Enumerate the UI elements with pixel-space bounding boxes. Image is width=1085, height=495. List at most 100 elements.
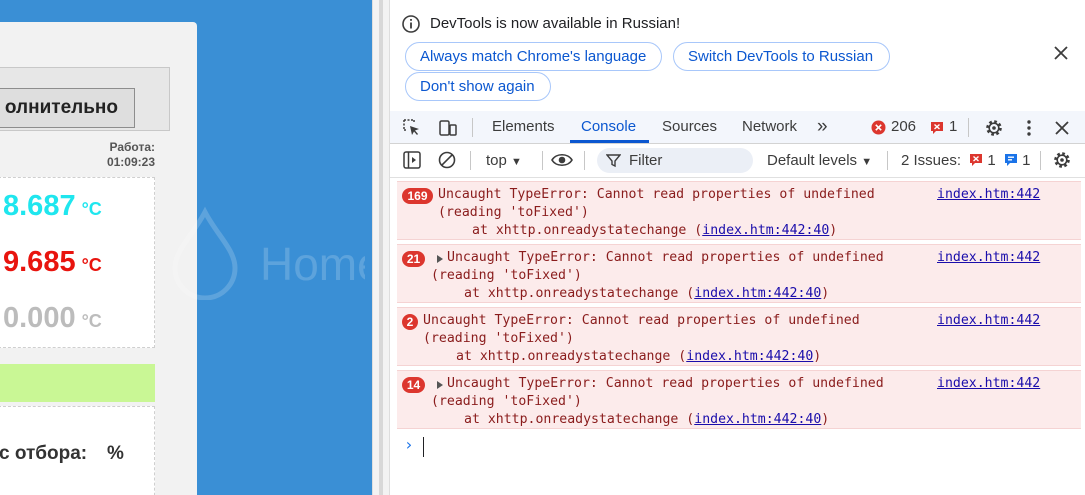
repeat-count-badge: 169: [402, 188, 433, 204]
temperature-box: 8.687 °C 9.685 °C 0.000 °C: [0, 177, 155, 348]
extra-button-frame: олнительно: [0, 67, 170, 131]
levels-label: Default levels: [767, 152, 858, 169]
console-error-message[interactable]: 21 Uncaught TypeError: Cannot read prope…: [397, 244, 1081, 303]
context-selector[interactable]: top ▼: [486, 144, 522, 177]
toolbar-separator: [584, 151, 585, 170]
stack-trace-suffix: ): [821, 286, 830, 301]
tab-network[interactable]: Network: [742, 111, 797, 143]
error-text-continuation: (reading 'toFixed'): [431, 394, 582, 409]
repeat-count-badge: 21: [402, 251, 425, 267]
issue-flag-icon[interactable]: [930, 121, 944, 135]
temperature-2-unit: °C: [81, 255, 102, 275]
source-link[interactable]: index.htm:442: [937, 375, 1040, 393]
stack-trace-link[interactable]: index.htm:442:40: [702, 223, 829, 238]
console-error-message[interactable]: 14 Uncaught TypeError: Cannot read prope…: [397, 370, 1081, 429]
match-language-button[interactable]: Always match Chrome's language: [405, 42, 662, 71]
console-output: 169 Uncaught TypeError: Cannot read prop…: [390, 178, 1085, 495]
expand-triangle-icon[interactable]: [437, 255, 443, 263]
device-toolbar-icon[interactable]: [438, 118, 458, 138]
extra-button[interactable]: олнительно: [0, 88, 135, 128]
console-input-caret[interactable]: [423, 437, 424, 457]
filter-input[interactable]: Filter: [597, 148, 753, 173]
error-text: Uncaught TypeError: Cannot read properti…: [423, 313, 860, 328]
toolbar-separator: [887, 151, 888, 170]
expand-triangle-icon[interactable]: [437, 381, 443, 389]
source-link[interactable]: index.htm:442: [937, 249, 1040, 267]
error-icon[interactable]: [871, 120, 886, 135]
console-settings-gear-icon[interactable]: [1052, 150, 1072, 170]
source-link[interactable]: index.htm:442: [937, 312, 1040, 330]
toolbar-separator: [542, 151, 543, 170]
selection-box: с отбора: %: [0, 406, 155, 495]
error-text-continuation: (reading 'toFixed'): [438, 205, 589, 220]
temperature-2: 9.685 °C: [3, 246, 102, 279]
issues-counter[interactable]: 2 Issues: 1 1: [901, 144, 1030, 177]
devtools-panel: DevTools is now available in Russian! Al…: [390, 0, 1085, 495]
sidebar-toggle-icon[interactable]: [402, 150, 422, 170]
stack-trace-prefix: at xhttp.onreadystatechange (: [456, 349, 687, 364]
filter-icon: [606, 154, 621, 168]
devtools-splitter[interactable]: [372, 0, 390, 495]
console-error-message[interactable]: 2 Uncaught TypeError: Cannot read proper…: [397, 307, 1081, 366]
inspect-element-icon[interactable]: [402, 118, 422, 138]
stack-trace-link[interactable]: index.htm:442:40: [686, 349, 813, 364]
issue-error-icon: [970, 154, 983, 166]
temperature-1: 8.687 °C: [3, 190, 102, 223]
temperature-3-unit: °C: [81, 311, 102, 331]
more-tabs-button[interactable]: »: [817, 111, 828, 143]
stack-trace-link[interactable]: index.htm:442:40: [694, 412, 821, 427]
devtools-tab-bar: Elements Console Sources Network » 206 1: [390, 111, 1085, 144]
repeat-count-badge: 14: [402, 377, 425, 393]
chevron-down-icon: ▼: [511, 156, 522, 168]
tab-elements[interactable]: Elements: [492, 111, 555, 143]
selection-unit: %: [107, 443, 124, 464]
settings-gear-icon[interactable]: [984, 118, 1004, 138]
tab-separator: [968, 118, 969, 137]
work-label: Работа:: [109, 140, 155, 154]
web-page-viewport: олнительно Работа: 01:09:23 8.687 °C 9.68…: [0, 0, 372, 495]
language-banner: DevTools is now available in Russian! Al…: [390, 0, 1085, 111]
source-link[interactable]: index.htm:442: [937, 186, 1040, 204]
error-count[interactable]: 206: [891, 111, 916, 143]
splitter-handle[interactable]: [379, 0, 383, 495]
close-devtools-icon[interactable]: [1052, 118, 1072, 138]
close-icon[interactable]: [1052, 44, 1070, 62]
issue-info-icon: [1004, 154, 1017, 166]
issues-label: 2 Issues:: [901, 152, 962, 169]
switch-to-russian-button[interactable]: Switch DevTools to Russian: [673, 42, 890, 71]
stack-trace-prefix: at xhttp.onreadystatechange (: [472, 223, 703, 238]
error-text-continuation: (reading 'toFixed'): [423, 331, 574, 346]
tab-sources[interactable]: Sources: [662, 111, 717, 143]
stack-trace: at xhttp.onreadystatechange (index.htm:4…: [464, 411, 829, 429]
info-icon: [402, 15, 420, 33]
toolbar-separator: [1040, 151, 1041, 170]
error-text: Uncaught TypeError: Cannot read properti…: [447, 376, 884, 391]
log-levels-dropdown[interactable]: Default levels ▼: [767, 144, 872, 177]
error-text-continuation: (reading 'toFixed'): [431, 268, 582, 283]
console-error-message[interactable]: 169 Uncaught TypeError: Cannot read prop…: [397, 181, 1081, 240]
stack-trace-suffix: ): [813, 349, 822, 364]
issues-error-count: 1: [987, 152, 996, 169]
stack-trace-suffix: ): [829, 223, 838, 238]
dont-show-again-button[interactable]: Don't show again: [405, 72, 551, 101]
active-tab-indicator: [570, 140, 649, 143]
console-toolbar: top ▼ Filter Default levels ▼ 2 Issues: …: [390, 144, 1085, 178]
stack-trace-suffix: ): [821, 412, 830, 427]
more-options-icon[interactable]: [1019, 118, 1039, 138]
temperature-3-value: 0.000: [3, 302, 76, 334]
stack-trace: at xhttp.onreadystatechange (index.htm:4…: [464, 285, 829, 303]
temperature-1-unit: °C: [81, 199, 102, 219]
issues-info-count: 1: [1022, 152, 1031, 169]
temperature-1-value: 8.687: [3, 190, 76, 222]
stack-trace-link[interactable]: index.htm:442:40: [694, 286, 821, 301]
warning-count[interactable]: 1: [949, 111, 957, 143]
temperature-3: 0.000 °C: [3, 302, 102, 335]
stack-trace: at xhttp.onreadystatechange (index.htm:4…: [472, 222, 837, 240]
work-time: 01:09:23: [106, 155, 155, 169]
selection-label: с отбора:: [0, 443, 88, 464]
chevron-down-icon: ▼: [861, 156, 873, 168]
live-expression-eye-icon[interactable]: [550, 150, 574, 170]
clear-console-icon[interactable]: [437, 150, 457, 170]
tab-console[interactable]: Console: [581, 111, 636, 143]
watermark-text: HomeDistiller.ru: [260, 238, 365, 290]
